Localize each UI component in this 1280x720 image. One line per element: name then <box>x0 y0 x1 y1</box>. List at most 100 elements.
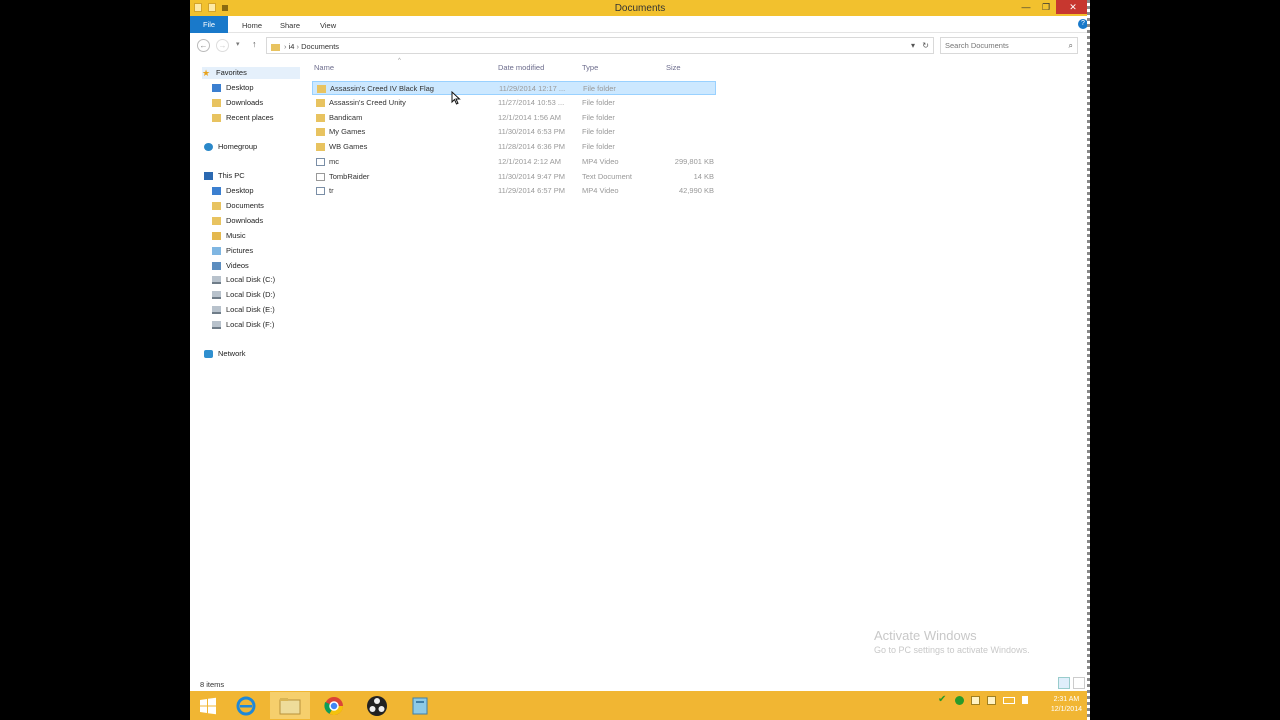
list-item[interactable]: mc 12/1/2014 2:12 AM MP4 Video 299,801 K… <box>312 155 716 169</box>
app-icon <box>412 697 428 714</box>
column-header-size[interactable]: Size <box>666 63 681 72</box>
window-controls: — ❐ ✕ <box>1016 0 1090 14</box>
nav-pc-disk-e[interactable]: Local Disk (E:) <box>212 304 275 316</box>
nav-label: Desktop <box>226 83 254 92</box>
large-icons-view-button[interactable] <box>1073 677 1085 689</box>
activation-watermark: Activate Windows Go to PC settings to ac… <box>874 628 1030 655</box>
nav-network[interactable]: Network <box>204 348 246 360</box>
desktop-icon <box>212 187 221 196</box>
homegroup-icon <box>204 143 213 152</box>
folder-icon <box>316 114 325 122</box>
forward-button[interactable]: → <box>216 39 229 52</box>
nav-pc-documents[interactable]: Documents <box>212 200 264 212</box>
text-file-icon <box>316 173 325 181</box>
nav-fav-downloads[interactable]: Downloads <box>212 97 263 109</box>
nav-label: Favorites <box>216 68 247 77</box>
explorer-window: Documents — ❐ ✕ File Home Share View ? ←… <box>190 0 1090 720</box>
nav-thispc[interactable]: This PC <box>204 170 245 182</box>
nav-pc-disk-c[interactable]: Local Disk (C:) <box>212 274 275 286</box>
item-count: 8 items <box>200 680 225 689</box>
taskbar-app[interactable] <box>400 692 440 719</box>
nav-pc-music[interactable]: Music <box>212 230 246 242</box>
breadcrumb-segment[interactable]: Documents <box>301 42 339 51</box>
drive-icon <box>212 321 221 330</box>
folder-icon <box>316 143 325 151</box>
search-box[interactable]: ⌕ <box>940 37 1078 54</box>
tab-home[interactable]: Home <box>234 18 270 33</box>
nav-pc-pictures[interactable]: Pictures <box>212 245 253 257</box>
column-header-name[interactable]: Name <box>314 63 334 72</box>
list-item[interactable]: My Games 11/30/2014 6:53 PM File folder <box>312 125 716 139</box>
pictures-icon <box>212 247 221 256</box>
start-button[interactable] <box>190 692 226 719</box>
status-bar: 8 items <box>190 677 1090 691</box>
list-item[interactable]: tr 11/29/2014 6:57 PM MP4 Video 42,990 K… <box>312 184 716 198</box>
list-item[interactable]: Assassin's Creed Unity 11/27/2014 10:53 … <box>312 96 716 110</box>
video-file-icon <box>316 187 325 195</box>
taskbar-ie[interactable] <box>226 692 266 719</box>
ie-icon <box>236 696 256 715</box>
drive-icon <box>212 291 221 300</box>
folder-icon <box>317 85 326 93</box>
star-icon: ★ <box>202 67 211 78</box>
nav-label: This PC <box>218 171 245 180</box>
nav-label: Documents <box>226 201 264 210</box>
close-button[interactable]: ✕ <box>1056 0 1090 14</box>
antivirus-icon[interactable] <box>955 695 964 705</box>
minimize-button[interactable]: — <box>1016 0 1036 14</box>
list-item[interactable]: WB Games 11/28/2014 6:36 PM File folder <box>312 140 716 154</box>
nav-fav-recent[interactable]: Recent places <box>212 112 274 124</box>
nav-pc-downloads[interactable]: Downloads <box>212 215 263 227</box>
battery-icon[interactable] <box>1003 696 1015 704</box>
taskbar-obs[interactable] <box>357 692 397 719</box>
refresh-icon[interactable]: ↻ <box>922 41 929 50</box>
tab-file[interactable]: File <box>190 16 228 33</box>
maximize-button[interactable]: ❐ <box>1036 0 1056 14</box>
back-button[interactable]: ← <box>197 39 210 52</box>
folder-icon <box>316 128 325 136</box>
shield-icon[interactable]: ✔ <box>938 695 948 705</box>
nav-pc-disk-f[interactable]: Local Disk (F:) <box>212 319 274 331</box>
list-item[interactable]: Bandicam 12/1/2014 1:56 AM File folder <box>312 111 716 125</box>
recent-locations-chevron-icon[interactable]: ▾ <box>236 40 240 48</box>
search-icon[interactable]: ⌕ <box>1069 41 1073 51</box>
column-header-type[interactable]: Type <box>582 63 598 72</box>
list-item[interactable]: TombRaider 11/30/2014 9:47 PM Text Docum… <box>312 170 716 184</box>
downloads-icon <box>212 99 221 108</box>
nav-label: Local Disk (E:) <box>226 305 275 314</box>
tab-view[interactable]: View <box>312 18 344 33</box>
details-view-button[interactable] <box>1058 677 1070 689</box>
address-dropdown-icon[interactable]: ▾ <box>911 41 915 50</box>
nav-favorites[interactable]: ★ Favorites <box>202 67 300 79</box>
nav-homegroup[interactable]: Homegroup <box>204 141 257 153</box>
window-title: Documents <box>614 3 666 14</box>
nav-pc-desktop[interactable]: Desktop <box>212 185 254 197</box>
nav-label: Pictures <box>226 246 254 255</box>
volume-icon[interactable] <box>1022 696 1028 704</box>
nav-label: Network <box>218 349 246 358</box>
up-button[interactable]: ↑ <box>252 39 257 49</box>
recent-places-icon <box>212 114 221 123</box>
column-header-date[interactable]: Date modified <box>498 63 544 72</box>
navigation-pane: ★ Favorites Desktop Downloads Recent plac… <box>190 60 302 675</box>
address-bar[interactable]: › i4 › Documents ▾ ↻ <box>266 37 934 54</box>
list-item[interactable]: Assassin's Creed IV Black Flag 11/29/201… <box>312 81 716 95</box>
nav-label: Downloads <box>226 98 264 107</box>
nav-pc-videos[interactable]: Videos <box>212 260 249 272</box>
watermark-subtitle: Go to PC settings to activate Windows. <box>874 645 1030 655</box>
video-file-icon <box>316 158 325 166</box>
tab-share[interactable]: Share <box>272 18 308 33</box>
folder-icon <box>316 99 325 107</box>
taskbar-chrome[interactable] <box>314 692 354 719</box>
nav-fav-desktop[interactable]: Desktop <box>212 82 254 94</box>
nav-pc-disk-d[interactable]: Local Disk (D:) <box>212 289 275 301</box>
taskbar-clock[interactable]: 2:31 AM 12/1/2014 <box>1051 695 1082 715</box>
nav-label: Homegroup <box>218 142 258 151</box>
flag-icon[interactable] <box>971 695 980 705</box>
nav-label: Local Disk (F:) <box>226 320 275 329</box>
breadcrumb: › i4 › Documents <box>271 42 339 51</box>
taskbar-file-explorer[interactable] <box>270 692 310 719</box>
search-input[interactable] <box>941 38 1059 53</box>
nav-label: Recent places <box>226 113 274 122</box>
network-tray-icon[interactable] <box>987 695 996 705</box>
